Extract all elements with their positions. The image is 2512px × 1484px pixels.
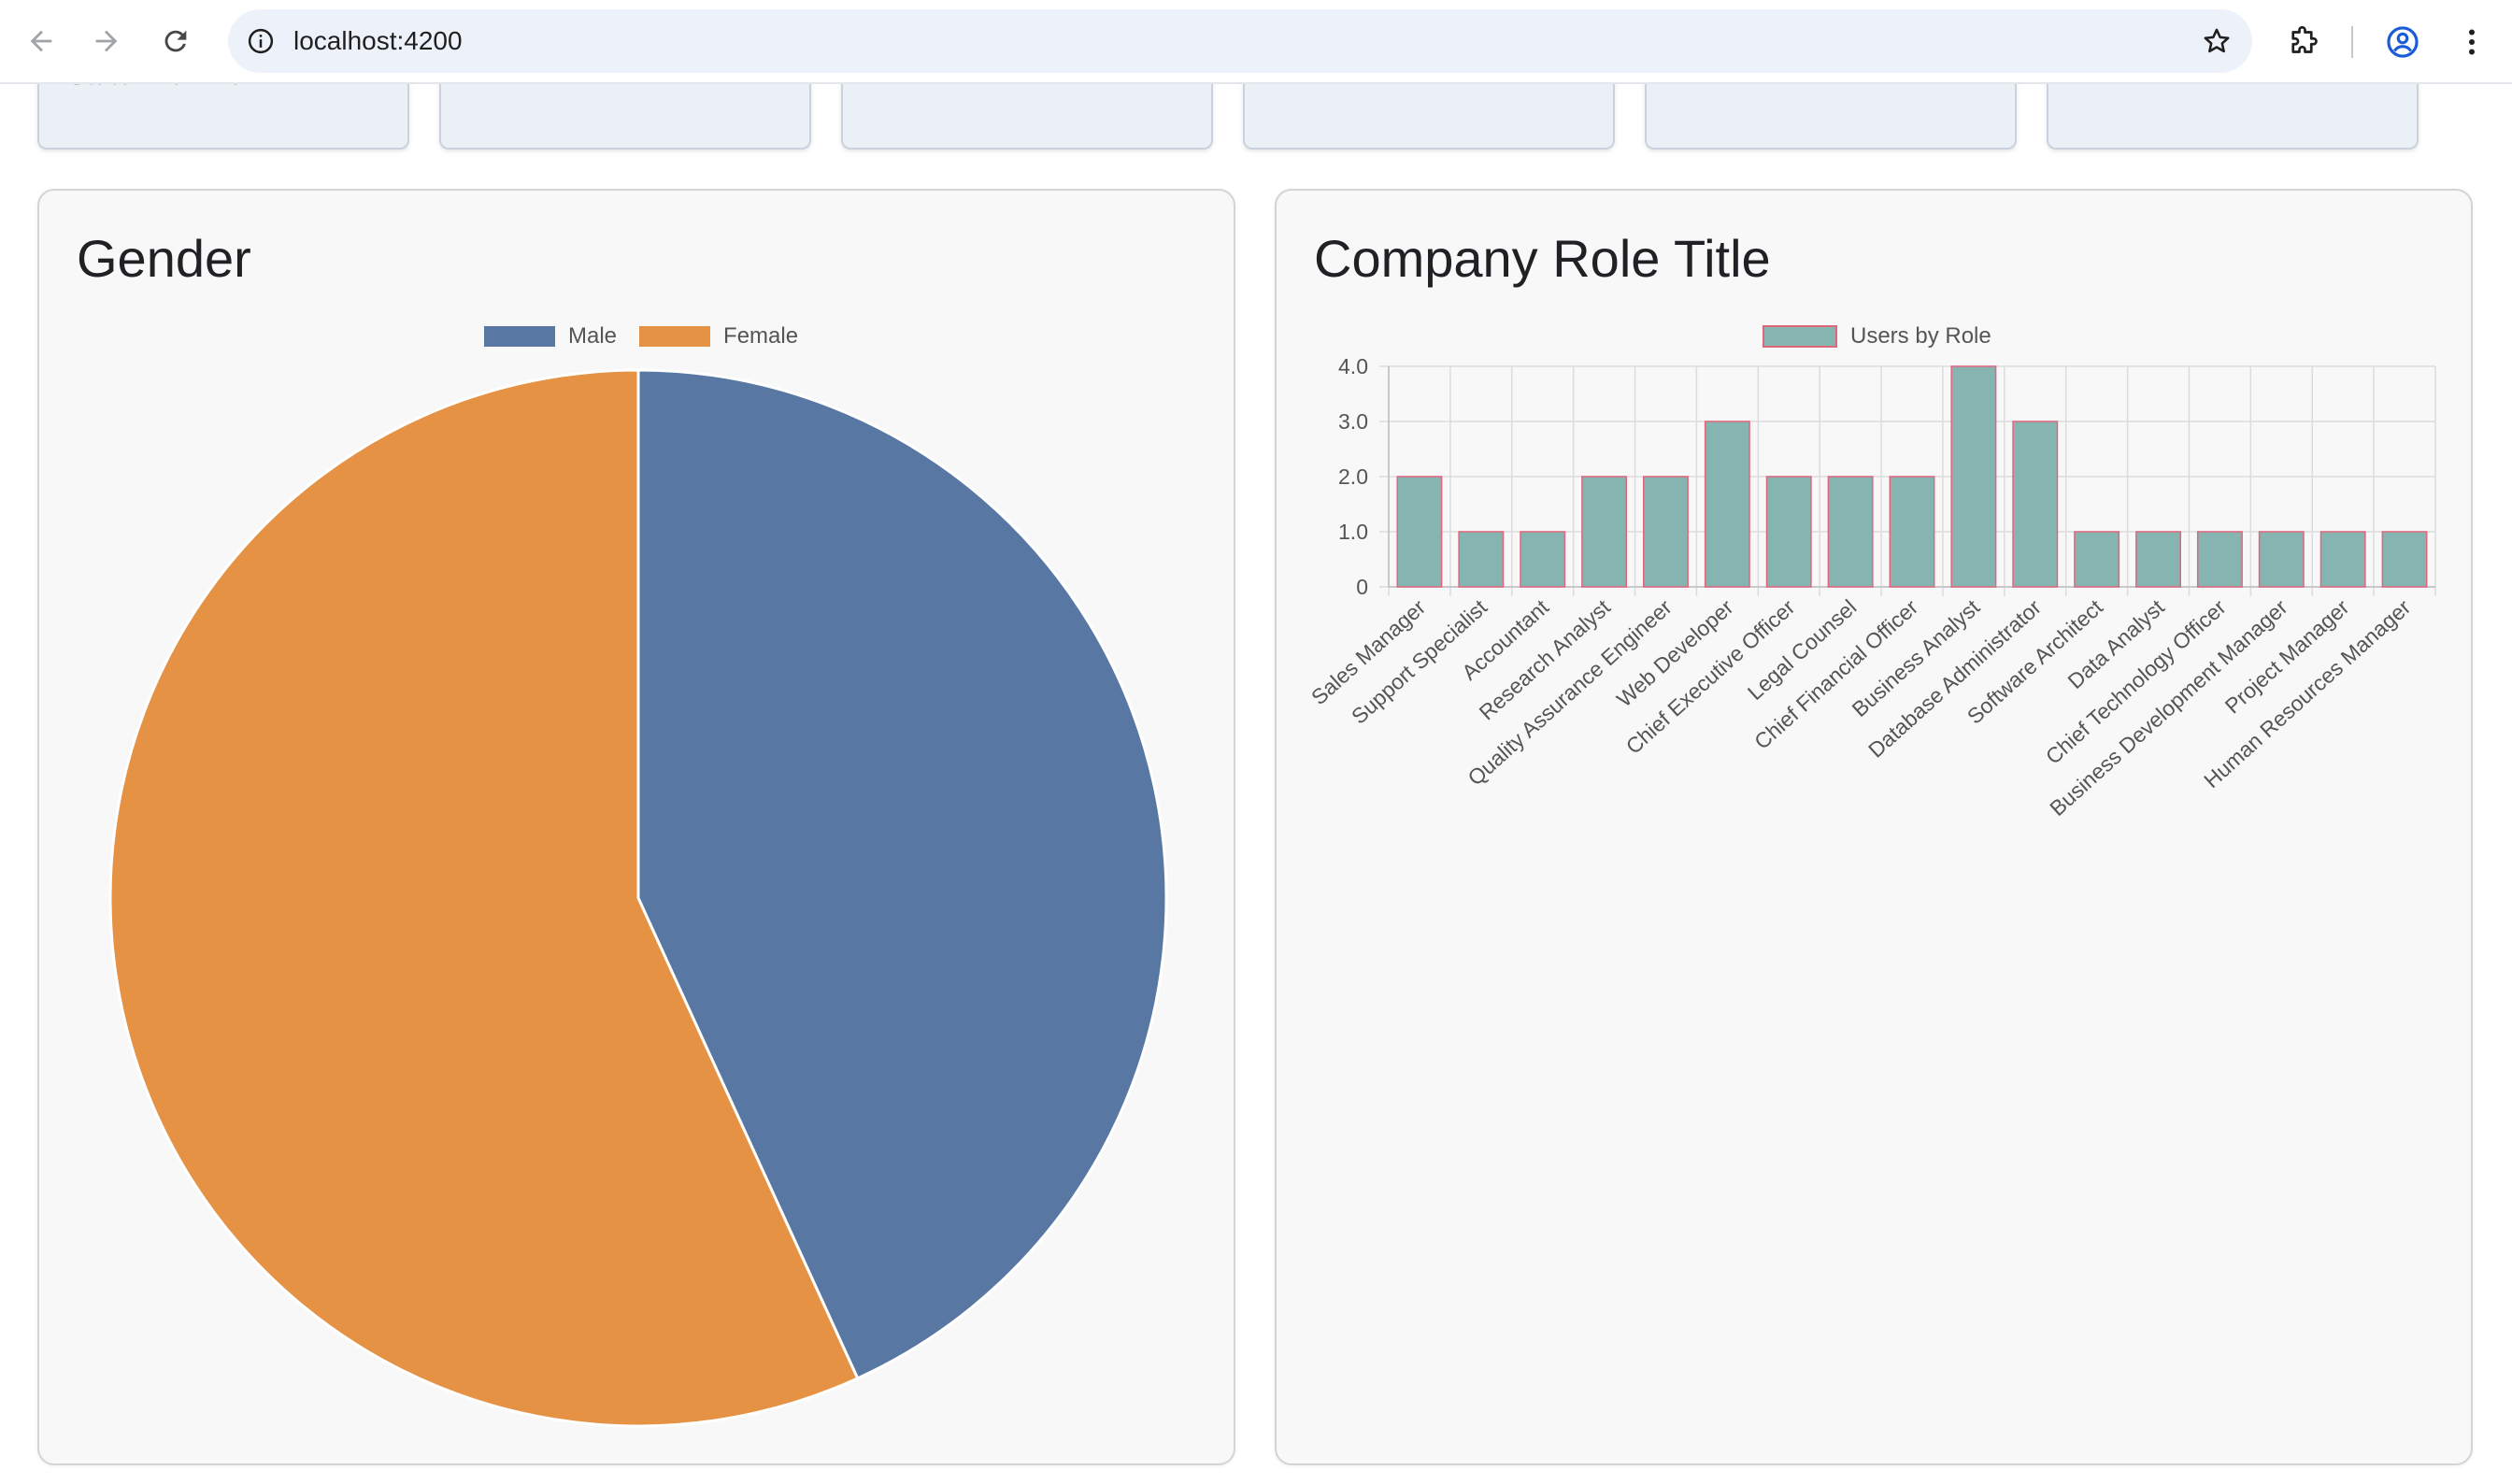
- stat-card: [841, 73, 1213, 150]
- bar[interactable]: [1827, 476, 1874, 588]
- bar[interactable]: [2319, 531, 2366, 588]
- bar[interactable]: [1396, 476, 1443, 588]
- bar[interactable]: [2196, 531, 2243, 588]
- bar[interactable]: [1704, 421, 1750, 588]
- browser-toolbar: localhost:4200: [0, 0, 2512, 84]
- menu-kebab-icon[interactable]: [2448, 19, 2495, 65]
- forward-button[interactable]: [80, 15, 133, 67]
- y-tick-label: 3.0: [1338, 409, 1368, 434]
- role-panel: Company Role Title Users by Role 0 1.0 2.0…: [1275, 189, 2473, 1465]
- role-bar-chart: 01.02.03.04.0Sales ManagerSupport Specia…: [1306, 354, 2436, 820]
- address-bar[interactable]: localhost:4200: [228, 9, 2252, 73]
- reload-button[interactable]: [150, 15, 202, 67]
- reload-icon: [164, 30, 187, 52]
- gender-pie-chart: [108, 368, 1168, 1428]
- stat-card: [1243, 73, 1615, 150]
- bar[interactable]: [2074, 531, 2120, 588]
- bar[interactable]: [1581, 476, 1628, 588]
- bar[interactable]: [2012, 421, 2059, 588]
- bar[interactable]: [1643, 476, 1689, 588]
- gender-panel: Gender Male Female: [37, 189, 1235, 1465]
- bar[interactable]: [2135, 531, 2181, 588]
- back-button[interactable]: [15, 15, 67, 67]
- bar[interactable]: [2381, 531, 2428, 588]
- bar[interactable]: [1458, 531, 1505, 588]
- profile-avatar-icon[interactable]: [2379, 19, 2426, 65]
- bar[interactable]: [1950, 365, 1997, 588]
- bookmark-star-icon[interactable]: [2198, 22, 2235, 60]
- stat-card: [1645, 73, 2017, 150]
- stat-card: [439, 73, 811, 150]
- bar[interactable]: [1889, 476, 1935, 588]
- bar[interactable]: [2258, 531, 2305, 588]
- arrow-right-icon: [95, 30, 118, 52]
- arrow-left-icon: [30, 30, 52, 52]
- y-tick-label: 0: [1356, 575, 1368, 599]
- bar[interactable]: [1520, 531, 1566, 588]
- y-tick-label: 4.0: [1338, 354, 1368, 378]
- bar[interactable]: [1765, 476, 1812, 588]
- site-info-icon[interactable]: [241, 21, 280, 61]
- y-tick-label: 1.0: [1338, 520, 1368, 544]
- stat-card: [2047, 73, 2419, 150]
- toolbar-separator: [2351, 26, 2353, 58]
- url-text[interactable]: localhost:4200: [293, 9, 463, 73]
- extensions-puzzle-icon[interactable]: [2280, 19, 2327, 65]
- stat-card: State: New York: [37, 73, 409, 150]
- y-tick-label: 2.0: [1338, 464, 1368, 489]
